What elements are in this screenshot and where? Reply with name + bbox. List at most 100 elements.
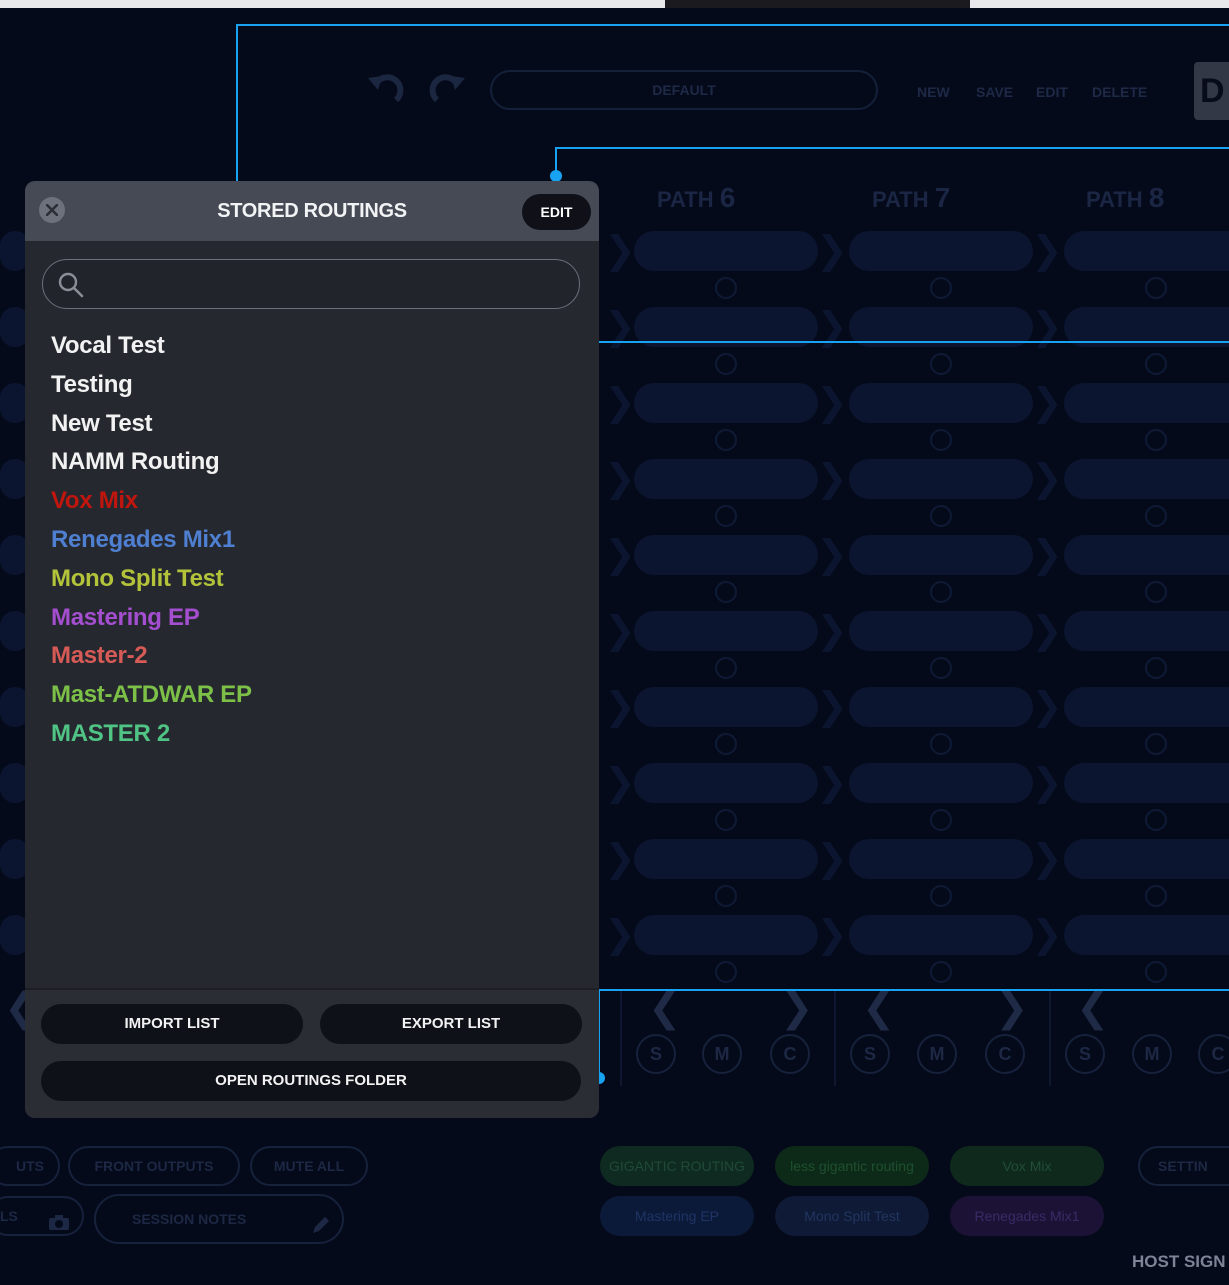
- routing-slot[interactable]: [634, 459, 818, 499]
- cue-button[interactable]: C: [1198, 1034, 1229, 1074]
- slot-indicator[interactable]: [930, 809, 952, 831]
- delete-button[interactable]: DELETE: [1092, 84, 1147, 100]
- slot-indicator[interactable]: [715, 809, 737, 831]
- outputs-button[interactable]: UTS: [0, 1146, 60, 1186]
- routing-list-item[interactable]: Mono Split Test: [51, 561, 252, 600]
- quick-routing-button[interactable]: Mono Split Test: [775, 1196, 929, 1236]
- slot-indicator[interactable]: [715, 885, 737, 907]
- slot-indicator[interactable]: [930, 581, 952, 603]
- search-input[interactable]: [93, 268, 563, 300]
- routing-list-item[interactable]: Renegades Mix1: [51, 522, 252, 561]
- mute-button[interactable]: M: [917, 1034, 957, 1074]
- solo-button[interactable]: S: [850, 1034, 890, 1074]
- quick-routing-button[interactable]: GIGANTIC ROUTING: [600, 1146, 754, 1186]
- routing-list-item[interactable]: Mast-ATDWAR EP: [51, 677, 252, 716]
- mute-all-button[interactable]: MUTE ALL: [250, 1146, 368, 1186]
- close-button[interactable]: [39, 197, 65, 223]
- routing-slot[interactable]: [1064, 763, 1229, 803]
- slot-indicator[interactable]: [930, 657, 952, 679]
- slot-indicator[interactable]: [1145, 657, 1167, 679]
- slot-indicator[interactable]: [1145, 733, 1167, 755]
- chevron-right-icon[interactable]: ❯: [995, 985, 1029, 1031]
- routing-slot[interactable]: [1064, 459, 1229, 499]
- routing-slot[interactable]: [634, 915, 818, 955]
- routing-list-item[interactable]: Master-2: [51, 638, 252, 677]
- quick-routing-button[interactable]: Mastering EP: [600, 1196, 754, 1236]
- quick-routing-button[interactable]: Renegades Mix1: [950, 1196, 1104, 1236]
- slot-indicator[interactable]: [930, 885, 952, 907]
- routing-slot[interactable]: [849, 535, 1033, 575]
- slot-indicator[interactable]: [1145, 961, 1167, 983]
- routing-slot[interactable]: [634, 763, 818, 803]
- routing-slot[interactable]: [1064, 231, 1229, 271]
- slot-indicator[interactable]: [715, 277, 737, 299]
- front-outputs-button[interactable]: FRONT OUTPUTS: [68, 1146, 240, 1186]
- slot-indicator[interactable]: [1145, 885, 1167, 907]
- cue-button[interactable]: C: [985, 1034, 1025, 1074]
- routing-slot[interactable]: [849, 839, 1033, 879]
- redo-icon[interactable]: [425, 68, 471, 114]
- slot-indicator[interactable]: [930, 961, 952, 983]
- routing-slot[interactable]: [634, 687, 818, 727]
- routing-list-item[interactable]: Mastering EP: [51, 600, 252, 639]
- mute-button[interactable]: M: [1132, 1034, 1172, 1074]
- routing-list-item[interactable]: New Test: [51, 406, 252, 445]
- slot-indicator[interactable]: [930, 733, 952, 755]
- routing-list-item[interactable]: Vox Mix: [51, 483, 252, 522]
- routing-list-item[interactable]: MASTER 2: [51, 716, 252, 755]
- quick-routing-button[interactable]: Vox Mix: [950, 1146, 1104, 1186]
- slot-indicator[interactable]: [715, 733, 737, 755]
- slot-indicator[interactable]: [1145, 505, 1167, 527]
- routing-slot[interactable]: [849, 383, 1033, 423]
- routing-slot[interactable]: [849, 231, 1033, 271]
- routing-slot[interactable]: [634, 535, 818, 575]
- routing-slot[interactable]: [849, 763, 1033, 803]
- export-list-button[interactable]: EXPORT LIST: [320, 1004, 582, 1044]
- chevron-left-icon[interactable]: ❮: [1076, 985, 1110, 1031]
- preset-selector[interactable]: DEFAULT: [490, 70, 878, 110]
- routing-slot[interactable]: [1064, 839, 1229, 879]
- edit-button[interactable]: EDIT: [522, 194, 591, 230]
- slot-indicator[interactable]: [715, 429, 737, 451]
- slot-indicator[interactable]: [715, 961, 737, 983]
- routing-slot[interactable]: [849, 687, 1033, 727]
- save-button[interactable]: SAVE: [976, 84, 1013, 100]
- slot-indicator[interactable]: [715, 581, 737, 603]
- slot-indicator[interactable]: [715, 505, 737, 527]
- routing-slot[interactable]: [1064, 687, 1229, 727]
- snapshot-button[interactable]: LS: [0, 1196, 84, 1236]
- slot-indicator[interactable]: [930, 277, 952, 299]
- slot-indicator[interactable]: [715, 353, 737, 375]
- routing-list-item[interactable]: Vocal Test: [51, 328, 252, 367]
- routing-slot[interactable]: [1064, 383, 1229, 423]
- routing-slot[interactable]: [634, 383, 818, 423]
- routing-slot[interactable]: [634, 231, 818, 271]
- slot-indicator[interactable]: [930, 505, 952, 527]
- settings-button[interactable]: SETTIN: [1138, 1146, 1229, 1186]
- routing-slot[interactable]: [634, 839, 818, 879]
- solo-button[interactable]: S: [1065, 1034, 1105, 1074]
- chevron-left-icon[interactable]: ❮: [862, 985, 896, 1031]
- slot-indicator[interactable]: [1145, 809, 1167, 831]
- undo-icon[interactable]: [362, 68, 408, 114]
- new-button[interactable]: NEW: [917, 84, 950, 100]
- routing-slot[interactable]: [1064, 535, 1229, 575]
- routing-list-item[interactable]: Testing: [51, 367, 252, 406]
- chevron-left-icon[interactable]: ❮: [648, 985, 682, 1031]
- slot-indicator[interactable]: [1145, 277, 1167, 299]
- open-routings-folder-button[interactable]: OPEN ROUTINGS FOLDER: [41, 1061, 581, 1101]
- cue-button[interactable]: C: [770, 1034, 810, 1074]
- import-list-button[interactable]: IMPORT LIST: [41, 1004, 303, 1044]
- routing-slot[interactable]: [849, 459, 1033, 499]
- routing-slot[interactable]: [634, 611, 818, 651]
- slot-indicator[interactable]: [1145, 353, 1167, 375]
- search-field[interactable]: [42, 259, 580, 309]
- routing-slot[interactable]: [849, 611, 1033, 651]
- slot-indicator[interactable]: [715, 657, 737, 679]
- chevron-right-icon[interactable]: ❯: [780, 985, 814, 1031]
- quick-routing-button[interactable]: less gigantic routing: [775, 1146, 929, 1186]
- slot-indicator[interactable]: [930, 429, 952, 451]
- routing-list-item[interactable]: NAMM Routing: [51, 444, 252, 483]
- slot-indicator[interactable]: [1145, 429, 1167, 451]
- routing-slot[interactable]: [1064, 611, 1229, 651]
